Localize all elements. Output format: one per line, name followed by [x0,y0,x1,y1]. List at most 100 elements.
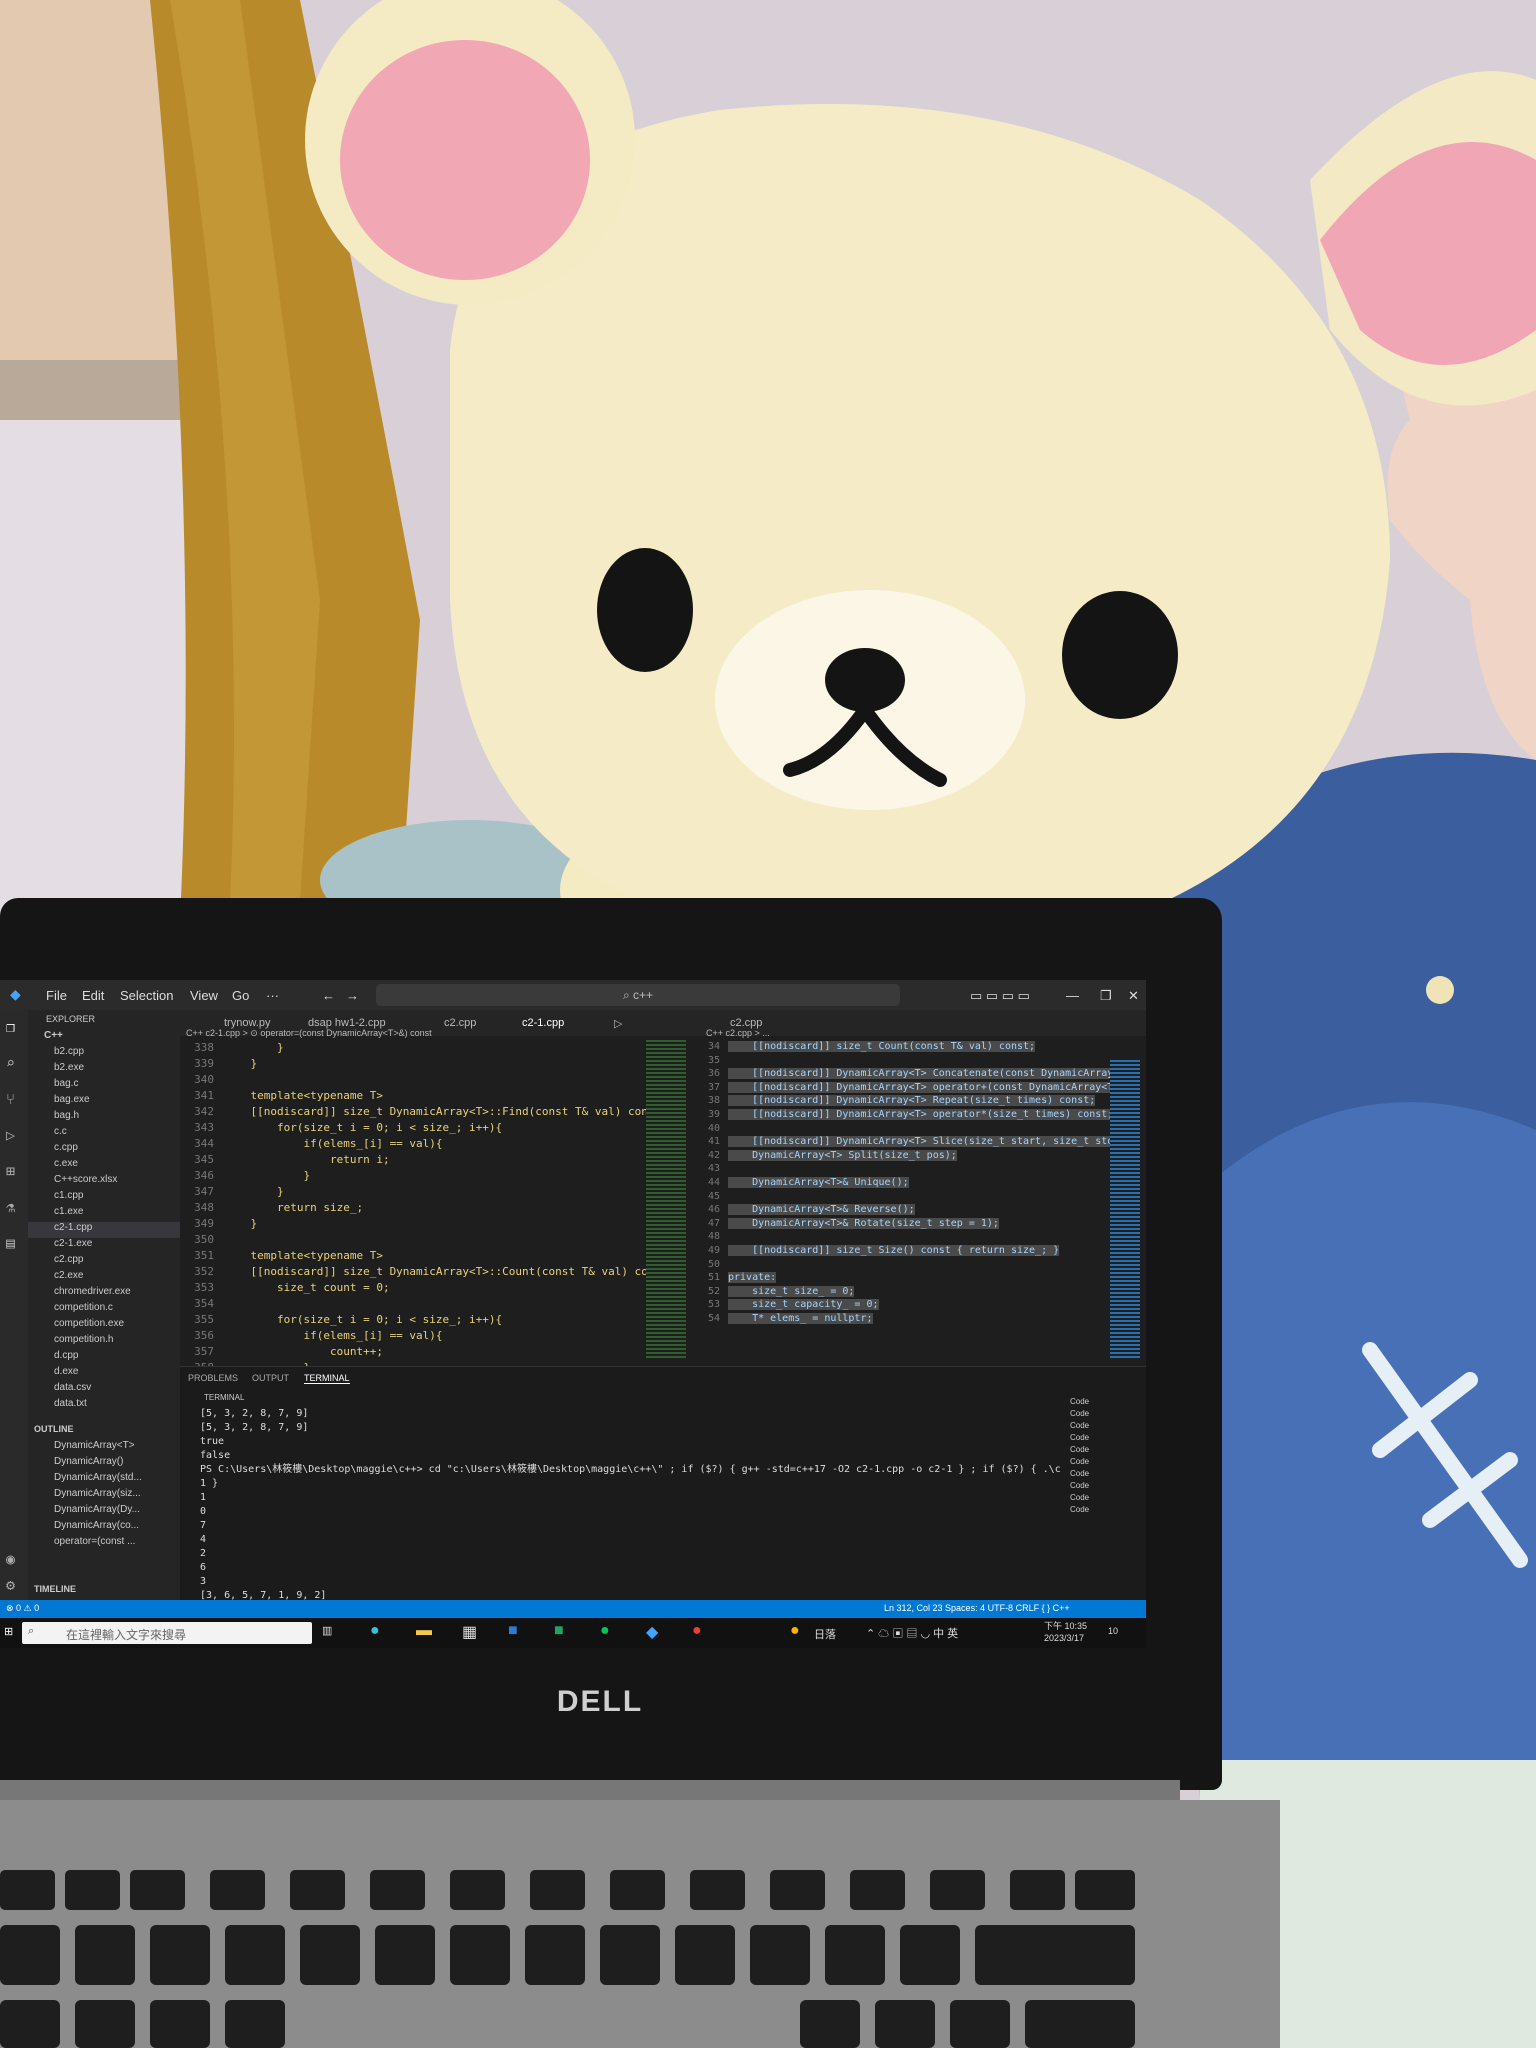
terminal-session-item[interactable]: Code [1070,1397,1140,1409]
terminal-session-item[interactable]: Code [1070,1493,1140,1505]
testing-icon[interactable]: ⚗ [6,1198,15,1216]
line-text: [[nodiscard]] size_t Count(const T& val)… [728,1041,1036,1052]
terminal-session-item[interactable]: Code [1070,1469,1140,1481]
forward-arrow-icon[interactable]: → [346,988,359,1003]
code-line: 41 [[nodiscard]] DynamicArray<T> Slice(s… [700,1135,1126,1149]
menu-file[interactable]: File [46,988,67,1003]
file-item[interactable]: C++score.xlsx [54,1174,206,1190]
excel-icon[interactable]: ■ [554,1622,564,1640]
file-item[interactable]: b2.exe [54,1062,206,1078]
file-item[interactable]: c2-1.exe [54,1238,206,1254]
file-item[interactable]: bag.c [54,1078,206,1094]
minimize-icon[interactable]: — [1066,988,1079,1003]
run-button[interactable]: ▷ [614,1017,622,1030]
maximize-icon[interactable]: ❐ [1100,988,1112,1004]
right-code-editor[interactable]: 34 [[nodiscard]] size_t Count(const T& v… [700,1040,1132,1365]
file-item[interactable]: c2.cpp [54,1254,206,1270]
file-item[interactable]: d.cpp [54,1350,206,1366]
back-arrow-icon[interactable]: ← [322,988,335,1003]
source-control-icon[interactable]: ⑂ [6,1090,15,1108]
menu-edit[interactable]: Edit [82,988,104,1003]
terminal-session-item[interactable]: Code [1070,1445,1140,1457]
file-item[interactable]: b2.cpp [54,1046,206,1062]
panel-tab-output[interactable]: OUTPUT [252,1373,289,1383]
status-info[interactable]: Ln 312, Col 23 Spaces: 4 UTF-8 CRLF { } … [884,1603,1070,1613]
line-number: 51 [707,1272,720,1284]
left-minimap[interactable] [646,1040,686,1360]
line-text: size_t size_ = 0; [728,1285,855,1297]
tab-c2-1[interactable]: c2-1.cpp [522,1017,564,1029]
terminal-session-item[interactable]: Code [1070,1457,1140,1469]
status-problems[interactable]: ⊗ 0 ⚠ 0 [6,1603,39,1614]
terminal-session-item[interactable]: Code [1070,1409,1140,1421]
left-code-editor[interactable]: 338 } 339 } 340 341 template<typename T> 342… [186,1040,674,1374]
notification-badge[interactable]: 10 [1108,1626,1118,1636]
file-item[interactable]: bag.h [54,1110,206,1126]
search-icon[interactable]: ⌕ [6,1054,15,1072]
file-item[interactable]: c.c [54,1126,206,1142]
vscode-taskbar-icon[interactable]: ◆ [646,1622,658,1642]
file-explorer-icon[interactable]: ▬ [416,1622,432,1640]
account-icon[interactable]: ◉ [6,1550,15,1568]
tab-c2[interactable]: c2.cpp [444,1017,476,1029]
code-line: 343 for(size_t i = 0; i < size_; i++){ [186,1120,646,1136]
menu-more[interactable]: ··· [266,988,279,1003]
remote-icon[interactable]: ▤ [6,1234,15,1252]
menu-selection[interactable]: Selection [120,988,173,1003]
menu-view[interactable]: View [190,988,218,1003]
terminal-session-item[interactable]: Code [1070,1481,1140,1493]
code-line: 346 } [186,1168,646,1184]
weather-text[interactable]: 日落 [814,1626,836,1642]
calendar-app-icon[interactable]: ▦ [462,1622,477,1642]
file-item[interactable]: competition.c [54,1302,206,1318]
file-item[interactable]: competition.exe [54,1318,206,1334]
start-icon[interactable]: ⊞ [4,1625,13,1638]
file-item[interactable]: chromedriver.exe [54,1286,206,1302]
taskbar-search-box[interactable]: ⌕ 在這裡輸入文字來搜尋 [22,1622,312,1644]
timeline-header[interactable]: TIMELINE [34,1584,186,1600]
layout-icon[interactable]: ▭ ▭ ▭ ▭ [970,988,1030,1004]
file-item[interactable]: bag.exe [54,1094,206,1110]
task-view-icon[interactable]: ▥ [322,1624,332,1637]
left-breadcrumb[interactable]: C++ c2-1.cpp > ⊙ operator=(const Dynamic… [186,1028,432,1039]
command-center[interactable]: ⌕ c++ [376,984,900,1006]
settings-gear-icon[interactable]: ⚙ [6,1576,15,1594]
terminal-line: PS C:\Users\林筱樓\Desktop\maggie\c++> cd "… [200,1464,1060,1475]
right-breadcrumb[interactable]: C++ c2.cpp > ... [706,1028,770,1038]
file-item[interactable]: c1.exe [54,1206,206,1222]
line-text: } [224,1169,311,1182]
clock-time[interactable]: 下午 10:35 [1044,1619,1087,1632]
line-number: 34 [707,1041,720,1052]
file-item[interactable]: competition.h [54,1334,206,1350]
file-item[interactable]: c2-1.cpp [28,1222,180,1238]
terminal-session-item[interactable]: Code [1070,1505,1140,1517]
folder-header[interactable]: C++ [44,1030,196,1046]
outline-header[interactable]: OUTLINE [34,1424,186,1440]
file-item[interactable]: c2.exe [54,1270,206,1286]
terminal-output[interactable]: [5, 3, 2, 8, 7, 9] [5, 3, 2, 8, 7, 9] true… [200,1407,1060,1603]
explorer-icon[interactable]: ❐ [6,1018,15,1036]
file-item[interactable]: c.exe [54,1158,206,1174]
file-item[interactable]: c1.cpp [54,1190,206,1206]
panel-tab-terminal[interactable]: TERMINAL [304,1373,350,1384]
line-number: 356 [194,1329,214,1342]
tray-icons[interactable]: ⌃ ☁ ▣ ▤ ◡ 中 英 [866,1625,958,1641]
activity-bar: ❐ ⌕ ⑂ ▷ ⊞ ⚗ ▤ ◉ ⚙ [0,1010,28,1600]
chrome-icon[interactable]: ● [692,1622,702,1640]
terminal-session-item[interactable]: Code [1070,1421,1140,1433]
edge-icon[interactable]: ● [370,1622,380,1640]
panel-tab-problems[interactable]: PROBLEMS [188,1373,238,1383]
photo-scene: DELL ◆ File Edit Selection View Go ··· ←… [0,0,1536,2048]
line-icon[interactable]: ● [600,1622,610,1640]
code-line: 42 DynamicArray<T> Split(size_t pos); [700,1149,1120,1163]
file-item[interactable]: c.cpp [54,1142,206,1158]
run-debug-icon[interactable]: ▷ [6,1126,15,1144]
line-text: count++; [224,1345,383,1358]
word-icon[interactable]: ■ [508,1622,518,1640]
close-icon[interactable]: ✕ [1128,988,1139,1004]
menu-go[interactable]: Go [232,988,249,1003]
right-minimap[interactable] [1110,1060,1140,1360]
clock-date[interactable]: 2023/3/17 [1044,1633,1084,1643]
extensions-icon[interactable]: ⊞ [6,1162,15,1180]
terminal-session-item[interactable]: Code [1070,1433,1140,1445]
